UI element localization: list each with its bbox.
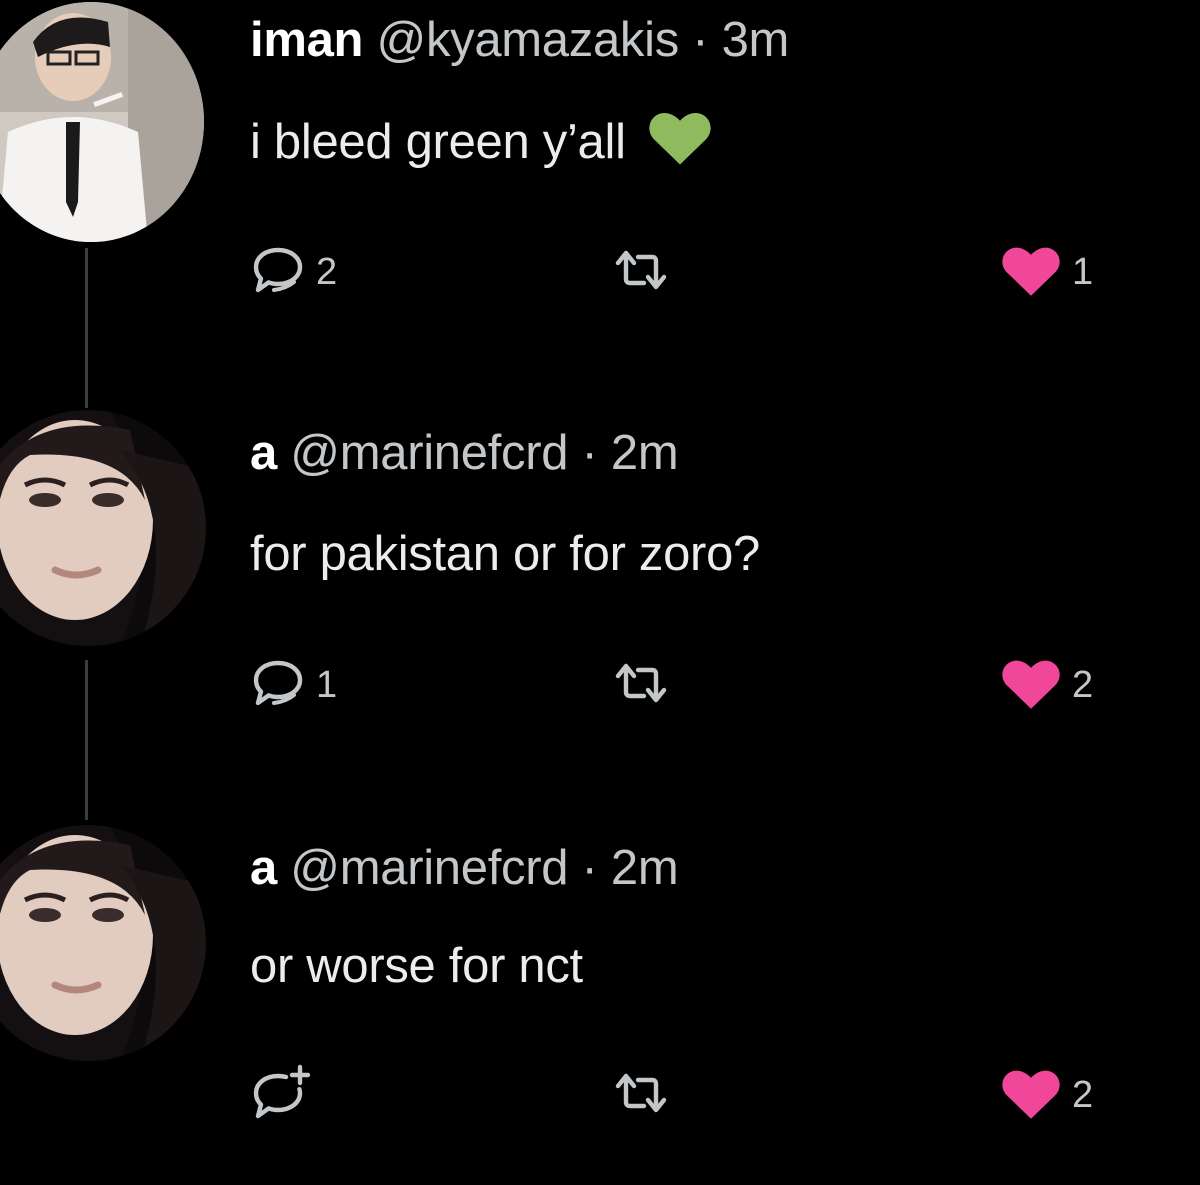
tweet[interactable]: a @marinefcrd · 2m or worse for nct 2 bbox=[0, 810, 1200, 1185]
reply-plus-icon bbox=[250, 1064, 314, 1127]
like-button[interactable]: 2 bbox=[1000, 655, 1093, 715]
retweet-button[interactable] bbox=[610, 242, 682, 302]
tweet[interactable]: a @marinefcrd · 2m for pakistan or for z… bbox=[0, 400, 1200, 810]
retweet-button[interactable] bbox=[610, 655, 682, 715]
reply-count: 2 bbox=[316, 250, 338, 293]
heart-icon bbox=[1000, 243, 1062, 302]
display-name[interactable]: a bbox=[250, 841, 277, 895]
like-button[interactable]: 1 bbox=[1000, 242, 1093, 302]
like-count: 2 bbox=[1072, 1073, 1094, 1116]
user-handle[interactable]: @kyamazakis bbox=[377, 13, 680, 67]
retweet-icon bbox=[610, 1068, 672, 1123]
tweet-text-content: i bleed green y’all bbox=[250, 115, 626, 169]
reply-button[interactable] bbox=[250, 1064, 324, 1127]
avatar[interactable] bbox=[0, 825, 206, 1061]
tweet-text: i bleed green y’all bbox=[250, 108, 713, 181]
timestamp[interactable]: 3m bbox=[722, 13, 790, 67]
tweet-actions: 2 bbox=[250, 1064, 1150, 1127]
separator-dot: · bbox=[581, 426, 598, 480]
display-name[interactable]: iman bbox=[250, 13, 363, 67]
tweet-meta: iman @kyamazakis · 3m bbox=[250, 10, 789, 70]
heart-icon bbox=[1000, 656, 1062, 715]
heart-icon bbox=[1000, 1066, 1062, 1125]
tweet-meta: a @marinefcrd · 2m bbox=[250, 838, 679, 898]
reply-icon bbox=[250, 244, 306, 301]
green-heart-icon bbox=[647, 108, 713, 181]
tweet-text-content: for pakistan or for zoro? bbox=[250, 527, 760, 581]
avatar[interactable] bbox=[0, 410, 206, 646]
timestamp[interactable]: 2m bbox=[611, 841, 679, 895]
tweet-text: for pakistan or for zoro? bbox=[250, 523, 760, 585]
reply-count: 1 bbox=[316, 663, 338, 706]
reply-button[interactable]: 1 bbox=[250, 655, 337, 715]
like-count: 1 bbox=[1072, 250, 1094, 293]
separator-dot: · bbox=[692, 13, 709, 67]
avatar[interactable] bbox=[0, 2, 204, 242]
tweet[interactable]: iman @kyamazakis · 3m i bleed green y’al… bbox=[0, 0, 1200, 400]
tweet-actions: 2 1 bbox=[250, 242, 1150, 302]
tweet-text: or worse for nct bbox=[250, 935, 583, 997]
user-handle[interactable]: @marinefcrd bbox=[290, 841, 568, 895]
tweet-actions: 1 2 bbox=[250, 655, 1150, 715]
display-name[interactable]: a bbox=[250, 426, 277, 480]
timestamp[interactable]: 2m bbox=[611, 426, 679, 480]
tweet-meta: a @marinefcrd · 2m bbox=[250, 423, 679, 483]
tweet-text-content: or worse for nct bbox=[250, 939, 583, 993]
separator-dot: · bbox=[581, 841, 598, 895]
retweet-icon bbox=[610, 658, 672, 713]
like-button[interactable]: 2 bbox=[1000, 1065, 1093, 1125]
like-count: 2 bbox=[1072, 663, 1094, 706]
retweet-button[interactable] bbox=[610, 1065, 682, 1125]
reply-button[interactable]: 2 bbox=[250, 242, 337, 302]
retweet-icon bbox=[610, 245, 672, 300]
reply-icon bbox=[250, 657, 306, 714]
user-handle[interactable]: @marinefcrd bbox=[290, 426, 568, 480]
